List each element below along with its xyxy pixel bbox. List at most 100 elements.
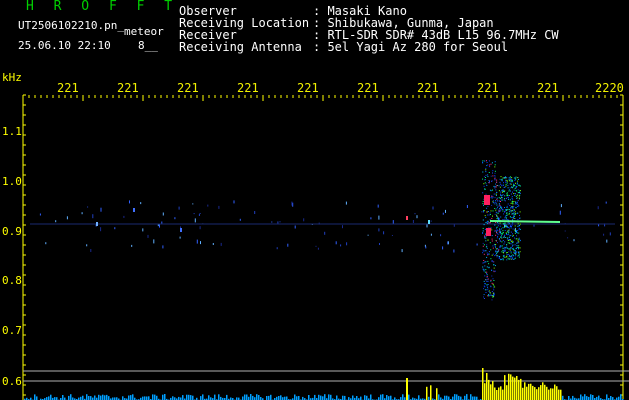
power-bar: [370, 394, 372, 400]
echo-pixel: [500, 228, 502, 230]
echo-pixel: [519, 217, 521, 219]
echo-pixel: [518, 252, 520, 254]
power-bar: [104, 395, 106, 400]
echo-pixel: [486, 284, 488, 286]
echo-pixel: [493, 202, 495, 204]
echo-pixel: [519, 190, 521, 192]
noise-speck: [609, 232, 611, 236]
echo-pixel: [482, 230, 484, 232]
echo-pixel: [496, 202, 498, 204]
echo-pixel: [513, 250, 515, 252]
power-bar: [554, 384, 556, 400]
echo-pixel: [511, 197, 513, 199]
power-bar: [500, 386, 502, 400]
echo-pixel: [504, 207, 505, 208]
echo-pixel: [508, 213, 510, 215]
echo-pixel: [507, 208, 509, 210]
echo-pixel: [505, 215, 507, 217]
echo-pixel: [512, 245, 513, 247]
echo-pixel: [491, 275, 493, 277]
noise-speck: [162, 245, 164, 249]
echo-pixel: [502, 223, 504, 225]
echo-pixel: [515, 253, 517, 255]
echo-pixel: [508, 231, 510, 233]
echo-pixel: [498, 203, 500, 205]
echo-pixel: [517, 192, 519, 193]
noise-speck: [147, 234, 149, 238]
echo-pixel: [495, 209, 497, 211]
echo-pixel: [488, 180, 490, 181]
echo-pixel: [510, 251, 512, 253]
echo-pixel: [482, 178, 484, 180]
echo-pixel: [515, 176, 517, 178]
echo-pixel: [483, 244, 485, 246]
echo-pixel: [484, 283, 486, 285]
echo-pixel: [490, 197, 492, 199]
echo-pixel: [483, 280, 485, 282]
echo-pixel: [498, 197, 500, 199]
power-bar: [162, 394, 164, 400]
echo-pixel: [485, 261, 487, 263]
echo-pixel: [516, 203, 518, 205]
power-bar: [70, 394, 72, 400]
power-bar: [382, 394, 384, 400]
echo-pixel: [513, 249, 515, 251]
echo-pixel: [486, 271, 488, 273]
echo-pixel: [499, 228, 500, 230]
echo-pixel: [497, 242, 498, 244]
noise-speck: [129, 200, 130, 204]
echo-pixel: [511, 205, 513, 207]
echo-pixel: [510, 243, 512, 245]
echo-pixel: [505, 179, 507, 181]
power-bar: [418, 395, 420, 400]
power-bar: [484, 383, 486, 400]
power-bar: [286, 396, 288, 400]
power-bar: [278, 396, 280, 400]
noise-speck: [87, 206, 89, 208]
echo-pixel: [512, 247, 514, 249]
echo-pixel: [500, 199, 502, 201]
echo-pixel: [519, 240, 521, 242]
echo-pixel: [518, 238, 520, 240]
noise-speck: [199, 213, 201, 214]
echo-pixel: [510, 177, 512, 179]
power-bar: [352, 395, 354, 400]
echo-pixel: [511, 210, 513, 212]
echo-pixel: [508, 210, 510, 212]
power-bar: [328, 394, 330, 400]
echo-pixel: [491, 162, 493, 164]
power-bar: [408, 394, 410, 400]
echo-pixel: [483, 211, 484, 213]
echo-pixel: [484, 235, 486, 237]
echo-pixel: [514, 250, 516, 251]
echo-pixel: [516, 238, 518, 240]
echo-pixel: [515, 230, 517, 232]
echo-pixel: [513, 183, 515, 185]
noise-speck: [212, 243, 214, 245]
bright-spot: [180, 228, 182, 232]
echo-pixel: [512, 234, 514, 236]
echo-pixel: [503, 199, 505, 201]
noise-speck: [383, 231, 385, 235]
power-bar: [146, 396, 148, 400]
power-bar: [226, 394, 228, 400]
echo-pixel: [495, 244, 497, 245]
noise-speck: [153, 239, 155, 244]
echo-pixel: [494, 197, 496, 199]
echo-pixel: [487, 290, 489, 292]
echo-pixel: [496, 208, 498, 210]
power-bar: [364, 395, 366, 400]
echo-pixel: [500, 209, 502, 211]
noise-speck: [426, 224, 428, 228]
echo-pixel: [513, 258, 515, 260]
power-bar: [584, 394, 586, 400]
echo-pixel: [509, 180, 511, 182]
noise-speck: [174, 217, 176, 220]
echo-pixel: [491, 195, 493, 197]
echo-pixel: [493, 193, 495, 195]
echo-pixel: [491, 254, 493, 256]
power-bar: [514, 377, 516, 400]
echo-pixel: [501, 235, 503, 237]
echo-pixel: [494, 230, 496, 232]
power-bar: [148, 396, 150, 400]
